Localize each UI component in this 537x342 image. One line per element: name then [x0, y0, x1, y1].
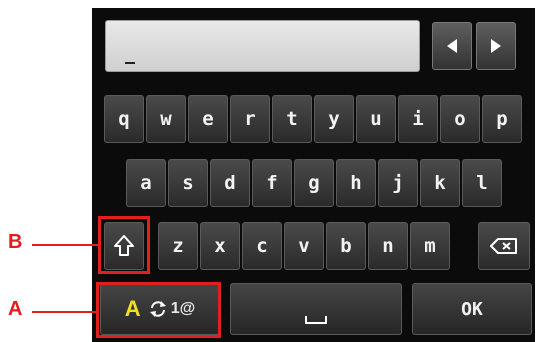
key-h[interactable]: h	[336, 159, 376, 207]
backspace-icon	[490, 238, 517, 254]
ok-button[interactable]: OK	[412, 283, 532, 335]
key-n[interactable]: n	[368, 222, 408, 270]
text-cursor	[125, 62, 135, 64]
key-g[interactable]: g	[294, 159, 334, 207]
key-z[interactable]: z	[158, 222, 198, 270]
key-w[interactable]: w	[146, 95, 186, 143]
callout-a-line	[32, 311, 96, 313]
key-t[interactable]: t	[272, 95, 312, 143]
left-arrow-icon	[447, 39, 457, 53]
callout-b-highlight	[98, 216, 150, 274]
key-r[interactable]: r	[230, 95, 270, 143]
key-c[interactable]: c	[242, 222, 282, 270]
text-input-field[interactable]	[105, 20, 420, 72]
backspace-button[interactable]	[478, 222, 530, 270]
key-v[interactable]: v	[284, 222, 324, 270]
key-a[interactable]: a	[126, 159, 166, 207]
key-x[interactable]: x	[200, 222, 240, 270]
cursor-right-button[interactable]	[476, 22, 516, 70]
callout-a-label: A	[8, 298, 23, 320]
key-y[interactable]: y	[314, 95, 354, 143]
key-u[interactable]: u	[356, 95, 396, 143]
key-m[interactable]: m	[410, 222, 450, 270]
key-f[interactable]: f	[252, 159, 292, 207]
right-arrow-icon	[491, 39, 501, 53]
key-p[interactable]: p	[482, 95, 522, 143]
key-e[interactable]: e	[188, 95, 228, 143]
key-k[interactable]: k	[420, 159, 460, 207]
callout-a-highlight	[96, 282, 221, 338]
key-l[interactable]: l	[462, 159, 502, 207]
key-j[interactable]: j	[378, 159, 418, 207]
key-o[interactable]: o	[440, 95, 480, 143]
space-button[interactable]	[230, 283, 402, 335]
callout-b-line	[32, 244, 98, 246]
key-i[interactable]: i	[398, 95, 438, 143]
cursor-left-button[interactable]	[432, 22, 472, 70]
key-q[interactable]: q	[104, 95, 144, 143]
space-bar-icon	[305, 316, 327, 324]
callout-b-label: B	[8, 231, 23, 253]
key-d[interactable]: d	[210, 159, 250, 207]
key-b[interactable]: b	[326, 222, 366, 270]
key-s[interactable]: s	[168, 159, 208, 207]
